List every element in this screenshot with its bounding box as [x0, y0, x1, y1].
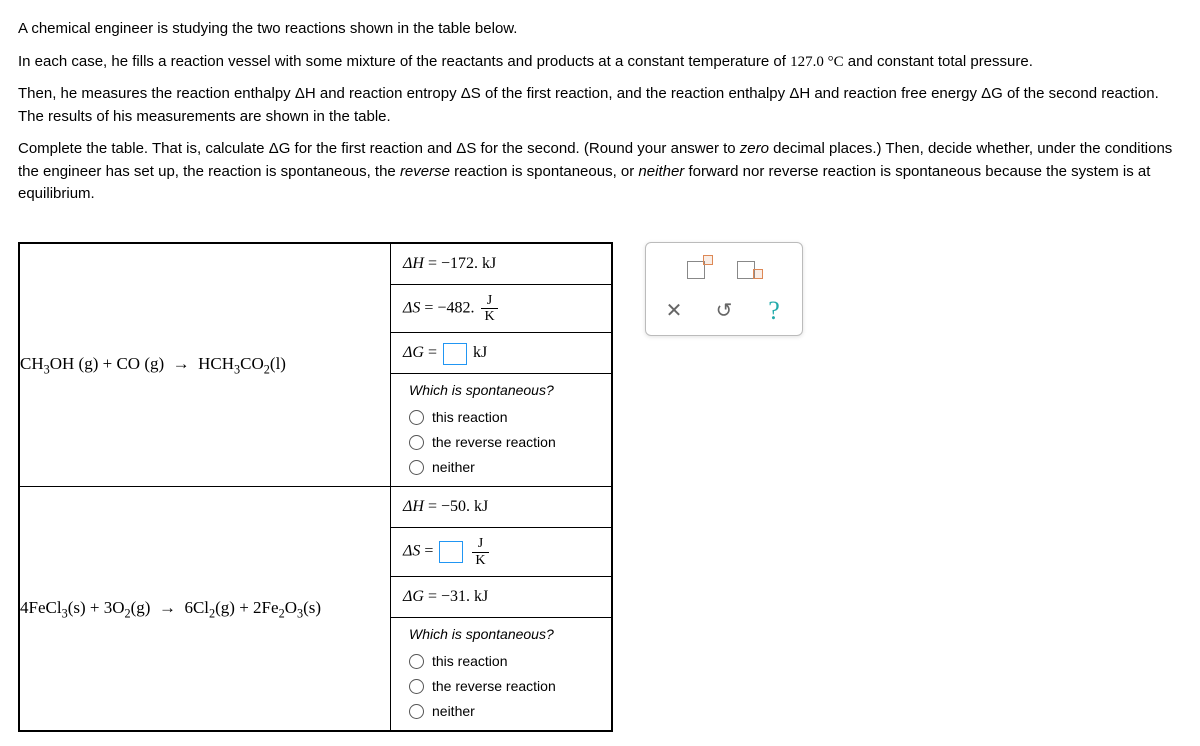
radio-icon	[409, 654, 424, 669]
r1-question: Which is spontaneous?	[391, 374, 611, 405]
r2-opt-this[interactable]: this reaction	[391, 649, 611, 674]
help-button[interactable]: ?	[758, 295, 790, 327]
superscript-tool[interactable]	[683, 251, 715, 283]
intro-p1: A chemical engineer is studying the two …	[18, 18, 1182, 41]
r1-dS: ΔS = −482. JK	[391, 285, 611, 334]
r1-opt-neither[interactable]: neither	[391, 455, 611, 486]
intro-p2: In each case, he fills a reaction vessel…	[18, 51, 1182, 74]
r1-dH: ΔH = −172. kJ	[391, 244, 611, 285]
clear-button[interactable]: ✕	[658, 295, 690, 327]
reaction-2-data: ΔH = −50. kJ ΔS = JK ΔG = −31. kJ Which …	[391, 487, 613, 731]
radio-icon	[409, 679, 424, 694]
r2-question-block: Which is spontaneous? this reaction the …	[391, 618, 611, 730]
r2-dG: ΔG = −31. kJ	[391, 577, 611, 618]
reaction-2-equation: 4FeCl3(s) + 3O2(g) → 6Cl2(g) + 2Fe2O3(s)	[19, 487, 391, 731]
intro-p3: Then, he measures the reaction enthalpy …	[18, 83, 1182, 128]
problem-statement: A chemical engineer is studying the two …	[18, 18, 1182, 206]
r1-dG: ΔG = kJ	[391, 333, 611, 374]
reaction-1-data: ΔH = −172. kJ ΔS = −482. JK ΔG = kJ Whic…	[391, 243, 613, 487]
radio-icon	[409, 460, 424, 475]
r2-opt-neither[interactable]: neither	[391, 699, 611, 730]
r2-dH: ΔH = −50. kJ	[391, 487, 611, 528]
radio-icon	[409, 410, 424, 425]
subscript-tool[interactable]	[733, 251, 765, 283]
reactions-table: CH3OH (g) + CO (g) → HCH3CO2(l) ΔH = −17…	[18, 242, 613, 733]
x-icon: ✕	[666, 296, 683, 326]
reaction-1-equation: CH3OH (g) + CO (g) → HCH3CO2(l)	[19, 243, 391, 487]
r1-opt-this[interactable]: this reaction	[391, 405, 611, 430]
r1-question-block: Which is spontaneous? this reaction the …	[391, 374, 611, 486]
reset-icon: ↺	[716, 296, 733, 326]
r1-opt-reverse[interactable]: the reverse reaction	[391, 430, 611, 455]
r2-opt-reverse[interactable]: the reverse reaction	[391, 674, 611, 699]
r2-question: Which is spontaneous?	[391, 618, 611, 649]
math-toolbar: ✕ ↺ ?	[645, 242, 803, 336]
reset-button[interactable]: ↺	[708, 295, 740, 327]
r1-dG-input[interactable]	[443, 343, 467, 365]
r2-dS: ΔS = JK	[391, 528, 611, 577]
intro-p4: Complete the table. That is, calculate Δ…	[18, 138, 1182, 206]
radio-icon	[409, 435, 424, 450]
r2-dS-input[interactable]	[439, 541, 463, 563]
help-icon: ?	[768, 291, 780, 330]
radio-icon	[409, 704, 424, 719]
